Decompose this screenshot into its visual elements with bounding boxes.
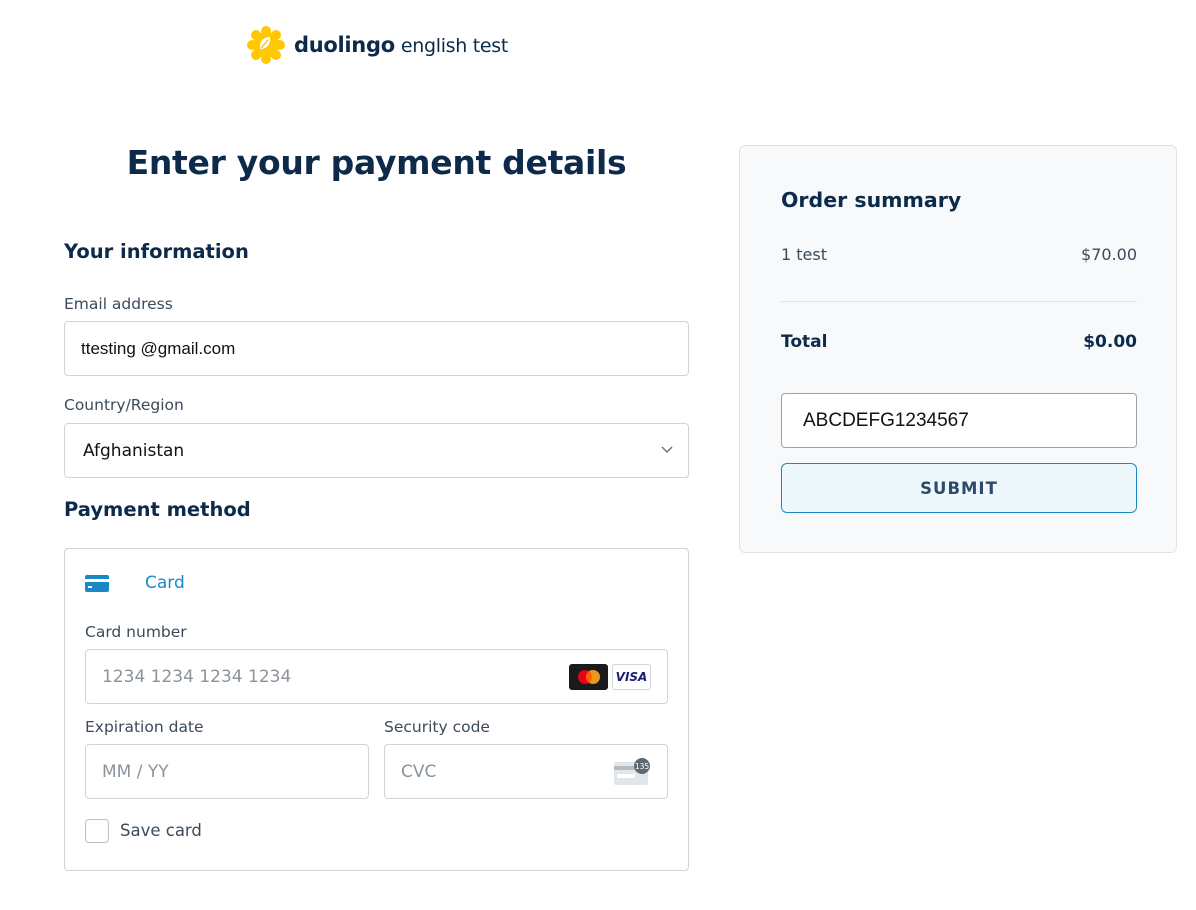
- visa-icon: VISA: [612, 664, 651, 690]
- order-summary-title: Order summary: [781, 188, 962, 212]
- country-select[interactable]: Afghanistan: [64, 423, 689, 478]
- summary-divider: [781, 301, 1137, 302]
- expiration-input[interactable]: MM / YY: [85, 744, 369, 799]
- security-code-placeholder: CVC: [401, 761, 437, 782]
- security-code-input[interactable]: CVC 135: [384, 744, 668, 799]
- card-number-label: Card number: [85, 623, 187, 641]
- email-field[interactable]: ttesting @gmail.com: [64, 321, 689, 376]
- payment-method-heading: Payment method: [64, 498, 251, 521]
- total-value: $0.00: [1083, 332, 1137, 352]
- card-number-input[interactable]: 1234 1234 1234 1234 VISA: [85, 649, 668, 704]
- country-label: Country/Region: [64, 396, 184, 414]
- order-item-name: 1 test: [781, 245, 827, 264]
- brand-name: duolingo: [294, 33, 395, 57]
- chevron-down-icon: [661, 446, 673, 454]
- cvc-card-icon: 135: [614, 758, 650, 785]
- email-value: ttesting @gmail.com: [81, 338, 236, 358]
- your-information-heading: Your information: [64, 240, 249, 263]
- security-code-label: Security code: [384, 718, 490, 736]
- visa-text: VISA: [615, 670, 648, 684]
- country-value: Afghanistan: [83, 440, 185, 461]
- card-method-label: Card: [145, 573, 185, 593]
- save-card-label[interactable]: Save card: [120, 821, 202, 840]
- submit-button[interactable]: SUBMIT: [781, 463, 1137, 513]
- expiration-label: Expiration date: [85, 718, 204, 736]
- cvc-icon-digits: 135: [635, 762, 650, 771]
- order-total-row: Total $0.00: [781, 332, 1137, 352]
- card-brand-badges: VISA: [569, 664, 651, 690]
- total-label: Total: [781, 332, 828, 352]
- credit-card-icon: [85, 575, 109, 592]
- duolingo-flower-logo-icon: [247, 26, 285, 64]
- promo-code-input[interactable]: ABCDEFG1234567: [781, 393, 1137, 448]
- brand-logo[interactable]: duolingo english test: [246, 25, 508, 65]
- expiration-placeholder: MM / YY: [102, 761, 169, 782]
- mastercard-icon: [569, 664, 608, 690]
- order-item-row: 1 test $70.00: [781, 245, 1137, 264]
- card-method-tab[interactable]: Card: [85, 573, 185, 593]
- save-card-checkbox[interactable]: [85, 819, 109, 843]
- order-summary-panel: Order summary 1 test $70.00 Total $0.00 …: [739, 145, 1177, 553]
- order-item-price: $70.00: [1081, 245, 1137, 264]
- brand-product: english test: [400, 35, 509, 57]
- email-label: Email address: [64, 295, 173, 313]
- card-number-placeholder: 1234 1234 1234 1234: [102, 666, 292, 687]
- payment-card-panel: Card Card number 1234 1234 1234 1234 VIS…: [64, 548, 689, 871]
- page-title: Enter your payment details: [126, 143, 627, 182]
